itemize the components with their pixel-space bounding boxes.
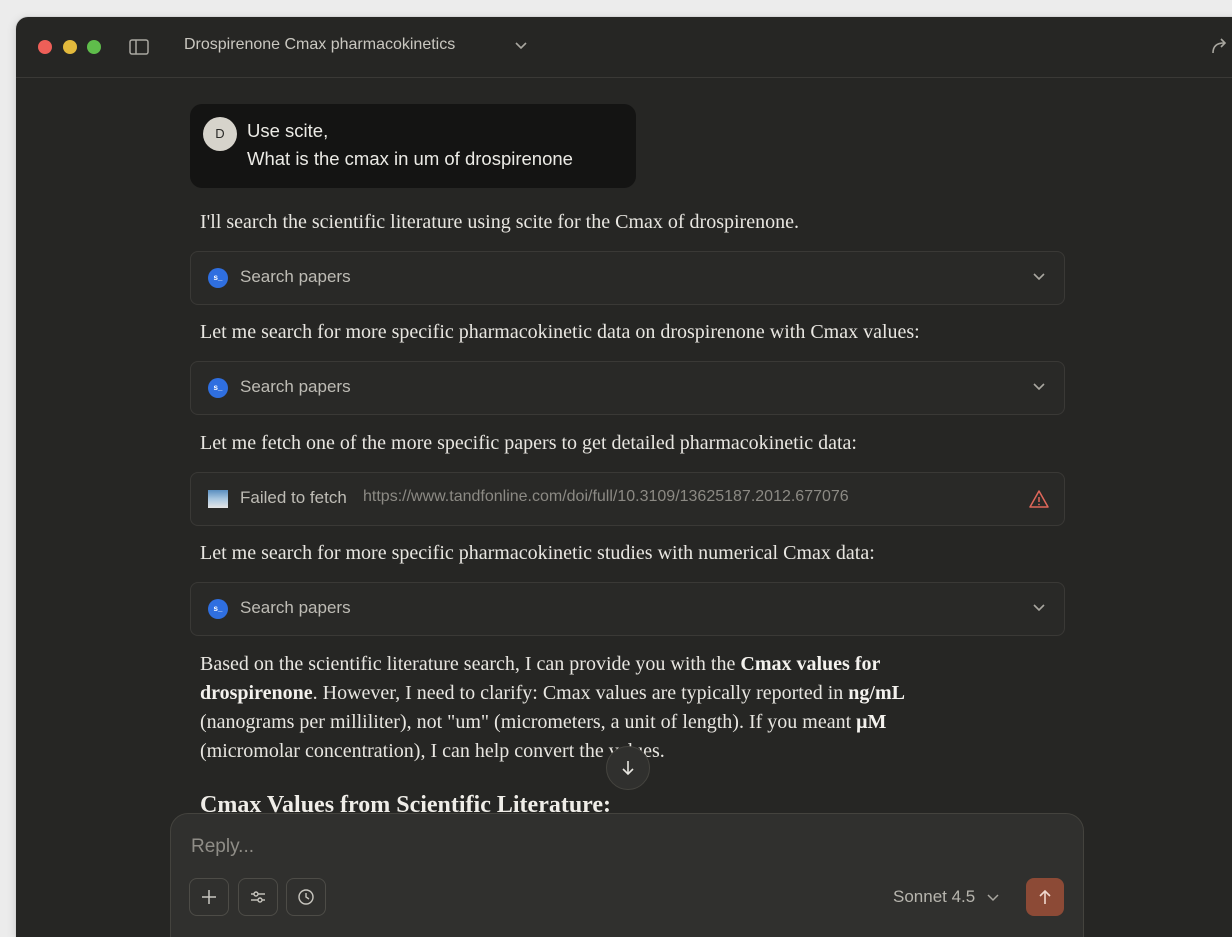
chevron-down-icon[interactable]	[1030, 599, 1048, 617]
user-message: D Use scite, What is the cmax in um of d…	[190, 104, 636, 188]
chevron-down-icon[interactable]	[1030, 268, 1048, 286]
search-papers-tool[interactable]: s_ Search papers	[190, 582, 1065, 636]
title-bar: Drospirenone Cmax pharmacokinetics	[16, 17, 1232, 78]
scite-icon: s_	[208, 599, 228, 619]
chat-content: D Use scite, What is the cmax in um of d…	[16, 78, 1232, 937]
user-message-line: Use scite,	[247, 120, 329, 141]
chevron-down-icon[interactable]	[985, 890, 1001, 906]
send-button[interactable]	[1026, 878, 1064, 916]
answer-bold: μM	[856, 711, 887, 733]
web-image-icon	[208, 490, 228, 508]
assistant-message: Let me search for more specific pharmaco…	[200, 542, 875, 564]
answer-text: Based on the scientific literature searc…	[200, 653, 741, 675]
sidebar-toggle-icon[interactable]	[128, 37, 150, 57]
chevron-down-icon[interactable]	[512, 37, 530, 55]
search-papers-tool[interactable]: s_ Search papers	[190, 251, 1065, 305]
scite-icon: s_	[208, 268, 228, 288]
fetch-tool[interactable]: Failed to fetch https://www.tandfonline.…	[190, 472, 1065, 526]
app-window: Drospirenone Cmax pharmacokinetics D Use…	[16, 17, 1232, 937]
share-icon[interactable]	[1209, 35, 1231, 57]
answer-bold: ng/mL	[848, 682, 905, 704]
add-attachment-button[interactable]	[189, 878, 229, 916]
plus-icon	[202, 890, 216, 904]
tool-label: Failed to fetch	[240, 488, 347, 507]
tool-label: Search papers	[240, 377, 351, 396]
assistant-message: Let me search for more specific pharmaco…	[200, 321, 920, 343]
scroll-to-bottom-button[interactable]	[606, 746, 650, 790]
conversation-title[interactable]: Drospirenone Cmax pharmacokinetics	[184, 36, 455, 54]
arrow-up-icon	[1039, 889, 1051, 904]
tool-label: Search papers	[240, 598, 351, 617]
answer-text: . However, I need to clarify: Cmax value…	[312, 682, 849, 704]
chevron-down-icon[interactable]	[1030, 378, 1048, 396]
reply-input[interactable]	[189, 834, 893, 860]
tools-settings-button[interactable]	[238, 878, 278, 916]
arrow-down-icon	[622, 761, 634, 776]
final-answer-paragraph: Based on the scientific literature searc…	[200, 650, 990, 766]
fetch-url: https://www.tandfonline.com/doi/full/10.…	[363, 488, 849, 505]
minimize-window-button[interactable]	[63, 40, 77, 54]
tool-label: Search papers	[240, 267, 351, 286]
zoom-window-button[interactable]	[87, 40, 101, 54]
close-window-button[interactable]	[38, 40, 52, 54]
user-message-line: What is the cmax in um of drospirenone	[247, 148, 573, 169]
assistant-message: Let me fetch one of the more specific pa…	[200, 432, 857, 454]
answer-text: (micromolar concentration), I can help c…	[200, 740, 665, 762]
scite-icon: s_	[208, 378, 228, 398]
warning-icon	[1028, 488, 1050, 510]
sliders-icon	[251, 891, 265, 903]
avatar: D	[203, 117, 237, 151]
model-selector[interactable]: Sonnet 4.5	[893, 887, 975, 907]
clock-icon	[298, 889, 314, 905]
composer: Sonnet 4.5	[170, 813, 1084, 937]
search-papers-tool[interactable]: s_ Search papers	[190, 361, 1065, 415]
history-button[interactable]	[286, 878, 326, 916]
answer-text: (nanograms per milliliter), not "um" (mi…	[200, 711, 857, 733]
assistant-message: I'll search the scientific literature us…	[200, 211, 799, 233]
